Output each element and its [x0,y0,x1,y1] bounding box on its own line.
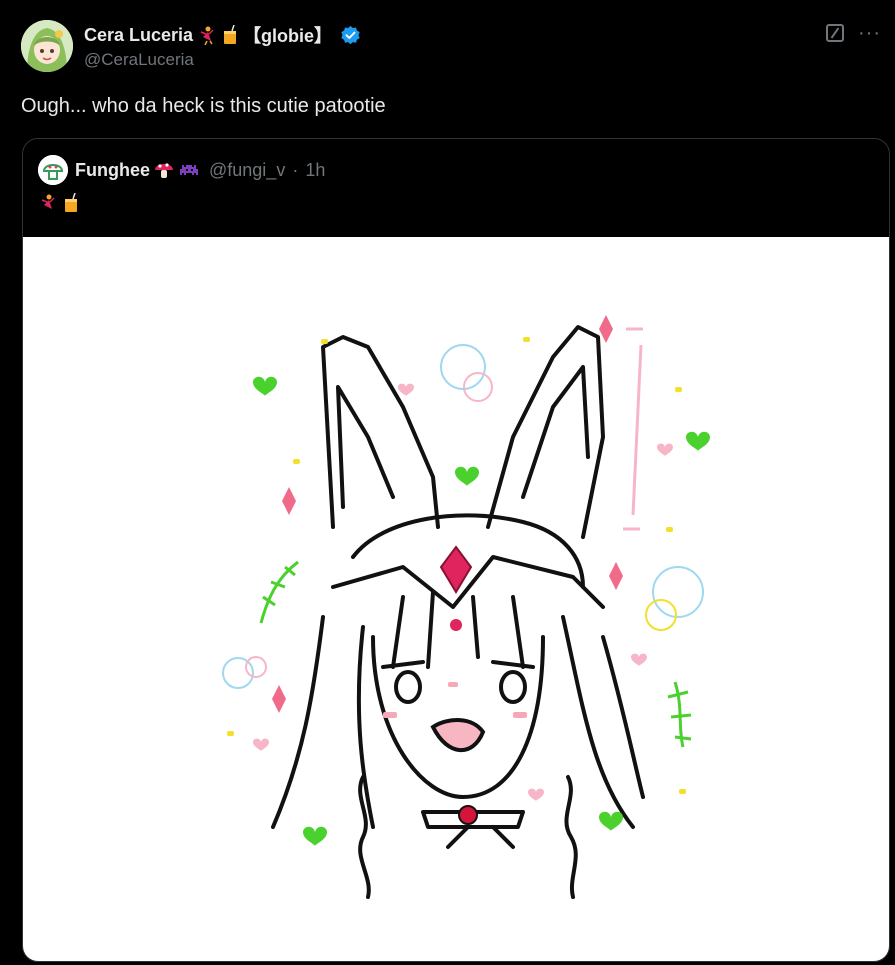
dancer-emoji-icon [200,26,214,45]
author-handle[interactable]: @CeraLuceria [84,50,194,70]
tweet-actions-top: ··· [826,23,881,43]
quoted-handle: @fungi_v [209,159,286,180]
dancer-emoji-icon [41,194,55,209]
author-name[interactable]: Cera Luceria 【globie】 [84,22,361,48]
quoted-author[interactable]: Funghee @fungi_v · 1h [75,159,325,181]
quoted-tweet-text [38,193,80,213]
mushroom-avatar-icon [38,155,68,185]
quoted-media-image[interactable] [23,237,889,961]
grok-icon[interactable] [826,24,845,42]
mushroom-emoji-icon [155,163,173,178]
juice-emoji-icon [224,25,237,44]
quoted-display-name: Funghee [75,159,150,180]
quoted-timestamp[interactable]: 1h [305,160,325,181]
tweet-text: Ough... who da heck is this cutie patoot… [21,95,386,117]
space-invader-emoji-icon [180,165,198,175]
avatar-image [21,20,73,72]
author-avatar[interactable] [21,20,73,72]
timestamp-separator: · [292,159,299,180]
juice-emoji-icon [65,193,77,212]
fox-girl-drawing [222,315,710,899]
quoted-tweet-card[interactable]: Funghee @fungi_v · 1h [22,138,890,962]
author-display-name: Cera Luceria [84,24,194,45]
author-name-suffix: 【globie】 [243,26,333,46]
more-icon[interactable]: ··· [858,23,881,43]
quoted-author-avatar[interactable] [38,155,68,185]
verified-badge-icon[interactable] [340,25,361,46]
